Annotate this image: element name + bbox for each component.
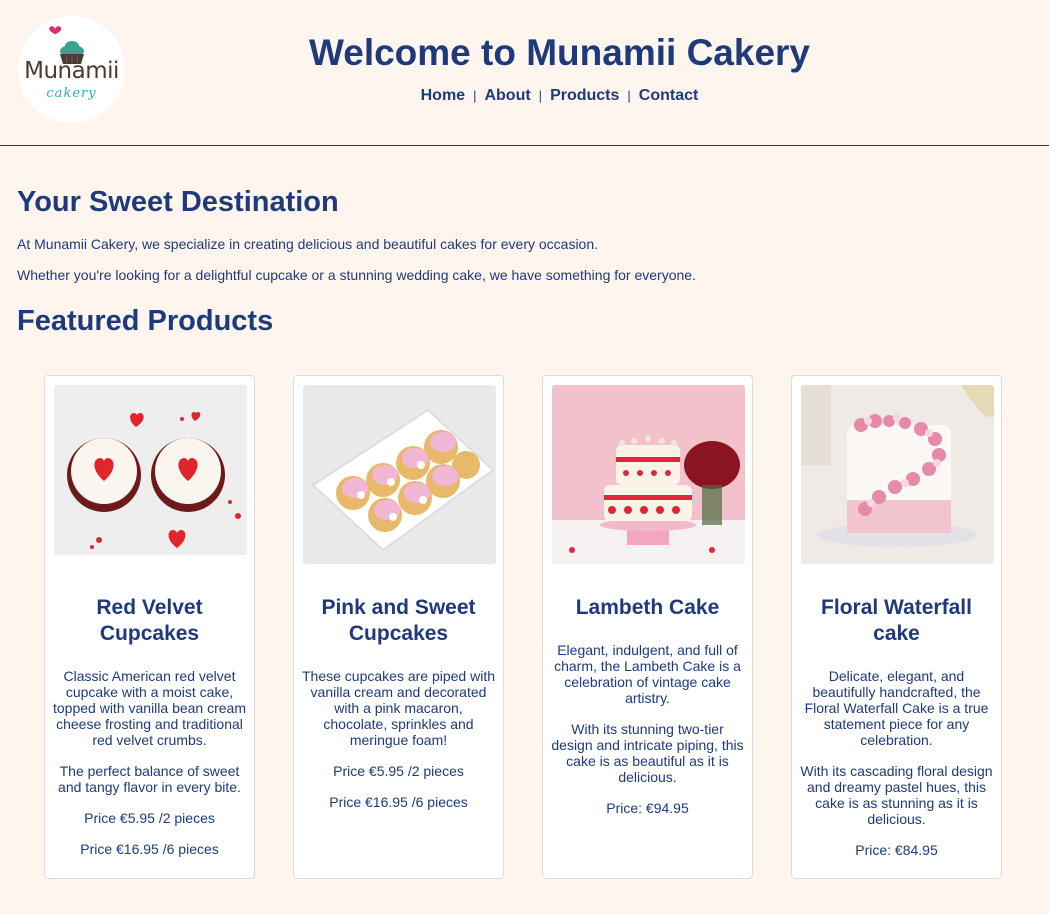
product-title: Pink and Sweet Cupcakes <box>321 596 476 645</box>
product-description: Elegant, indulgent, and full of charm, t… <box>554 642 741 706</box>
product-description: These cupcakes are piped with vanilla cr… <box>302 668 495 748</box>
main-nav: Home | About | Products | Contact <box>0 87 1049 105</box>
product-price: Price €16.95 /6 pieces <box>329 794 468 810</box>
product-details: Classic American red velvet cupcake with… <box>53 668 246 872</box>
product-description: With its stunning two-tier design and in… <box>551 721 744 785</box>
product-price: Price €5.95 /2 pieces <box>333 763 464 779</box>
nav-about-link[interactable]: About <box>484 87 530 104</box>
nav-products-link[interactable]: Products <box>550 87 619 104</box>
product-title: Lambeth Cake <box>575 596 720 619</box>
intro-paragraph: At Munamii Cakery, we specialize in crea… <box>17 236 599 252</box>
section-heading-sweet-destination: Your Sweet Destination <box>17 186 339 218</box>
product-image-lambeth[interactable] <box>552 385 745 564</box>
site-header: Munamii cakery Welcome to Munamii Cakery… <box>0 0 1049 146</box>
product-price: Price €5.95 /2 pieces <box>84 810 215 826</box>
product-title: Red Velvet Cupcakes <box>96 596 203 645</box>
nav-contact-link[interactable]: Contact <box>639 87 699 104</box>
product-image-pink-sweet[interactable] <box>303 385 496 564</box>
product-card-floral-waterfall[interactable]: Floral Waterfall cake Delicate, elegant,… <box>791 375 1002 879</box>
section-heading-featured-products: Featured Products <box>17 305 274 337</box>
product-card-lambeth[interactable]: Lambeth Cake Elegant, indulgent, and ful… <box>542 375 753 879</box>
product-description: Delicate, elegant, and beautifully handc… <box>804 668 989 748</box>
product-description: The perfect balance of sweet and tangy f… <box>58 763 241 795</box>
product-details: Elegant, indulgent, and full of charm, t… <box>551 642 744 831</box>
product-image-floral-waterfall[interactable] <box>801 385 994 564</box>
intro-paragraph: Whether you're looking for a delightful … <box>17 267 696 283</box>
product-price: Price: €84.95 <box>855 842 938 858</box>
product-title: Floral Waterfall cake <box>821 596 972 645</box>
nav-separator: | <box>473 88 477 103</box>
product-description: With its cascading floral design and dre… <box>800 763 993 827</box>
nav-separator: | <box>538 88 543 103</box>
product-details: Delicate, elegant, and beautifully handc… <box>800 668 993 873</box>
nav-home-link[interactable]: Home <box>421 87 465 104</box>
product-price: Price: €94.95 <box>606 800 689 816</box>
product-card-red-velvet[interactable]: Red Velvet Cupcakes Classic American red… <box>44 375 255 879</box>
nav-separator: | <box>627 88 631 103</box>
product-price: Price €16.95 /6 pieces <box>80 841 219 857</box>
product-description: Classic American red velvet cupcake with… <box>53 668 247 748</box>
product-details: These cupcakes are piped with vanilla cr… <box>302 668 495 825</box>
page-title: Welcome to Munamii Cakery <box>308 32 811 73</box>
product-image-red-velvet[interactable] <box>54 385 247 564</box>
product-card-pink-sweet[interactable]: Pink and Sweet Cupcakes These cupcakes a… <box>293 375 504 879</box>
